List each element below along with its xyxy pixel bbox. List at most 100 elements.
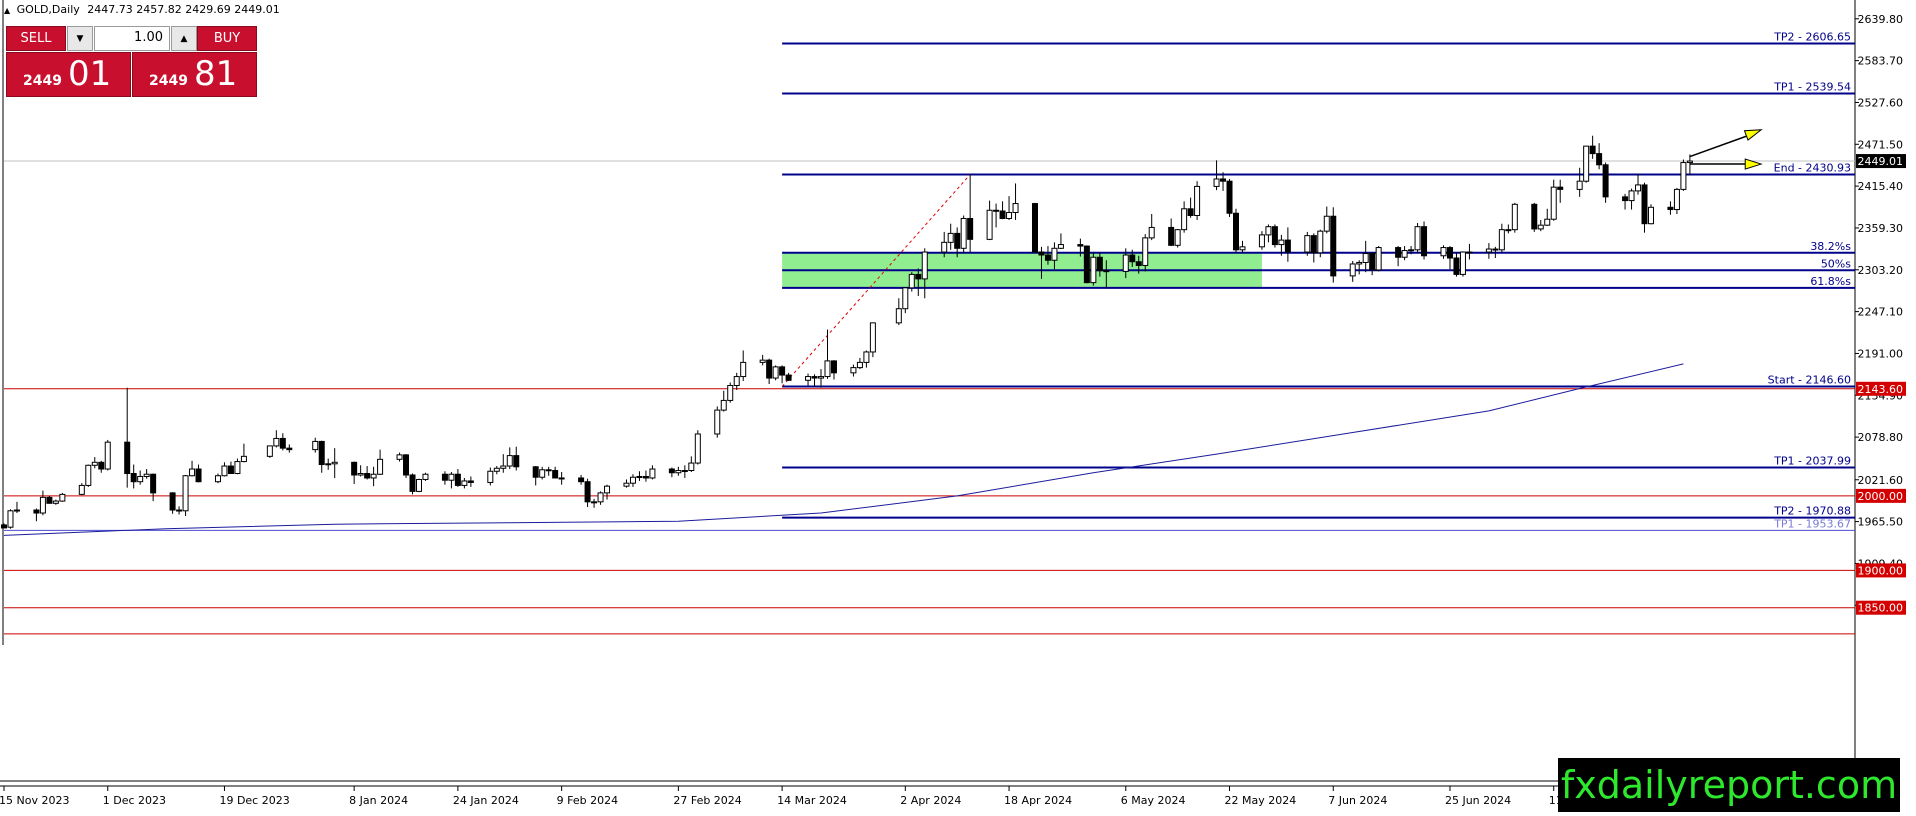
candle <box>1531 202 1538 232</box>
candle-body <box>357 472 364 476</box>
candle-body <box>221 465 228 477</box>
candle-body <box>39 496 46 514</box>
candle <box>1031 202 1038 253</box>
candle-body <box>1408 249 1415 252</box>
candle-body <box>33 509 40 514</box>
candle <box>169 492 176 514</box>
level-label: TP1 - 2539.54 <box>1773 81 1851 94</box>
y-tick-label: 2527.60 <box>1858 96 1904 109</box>
candle-body <box>1596 153 1603 166</box>
x-tick-label: 8 Jan 2024 <box>349 794 408 807</box>
candle-body <box>1349 263 1356 277</box>
candle-body <box>1258 234 1265 248</box>
candle <box>1304 231 1311 256</box>
candle-body <box>1233 212 1239 251</box>
buy-price-small: 2449 <box>149 73 188 89</box>
support-price-tag: 2000.00 <box>1858 490 1904 503</box>
candle <box>409 473 416 495</box>
candle-body <box>1226 180 1233 214</box>
candle-body <box>642 475 649 479</box>
candle-body <box>1583 145 1590 182</box>
candle <box>714 406 721 438</box>
candle <box>1414 222 1421 253</box>
sell-button[interactable]: SELL <box>6 26 66 51</box>
candle-body <box>1057 244 1064 249</box>
candle <box>772 365 779 381</box>
candle-body <box>1 524 7 529</box>
candle-body <box>124 441 131 474</box>
candle-body <box>1284 239 1291 253</box>
x-tick-label: 6 May 2024 <box>1121 794 1186 807</box>
candle <box>960 215 967 254</box>
lot-decrease-icon[interactable]: ▼ <box>67 26 93 51</box>
candle-body <box>240 455 247 463</box>
x-tick-label: 25 Jun 2024 <box>1445 794 1511 807</box>
candle-body <box>377 458 384 475</box>
candle-body <box>506 455 513 467</box>
candle-body <box>759 359 766 363</box>
buy-price-big: 81 <box>193 54 238 94</box>
chart-root: TP2 - 2606.65 TP1 - 2539.54 End - 2430.93 3… <box>0 0 1916 812</box>
candle-body <box>863 351 870 363</box>
candle <box>1174 228 1181 248</box>
candle-body <box>1310 235 1317 254</box>
candle-body <box>1031 203 1038 253</box>
level-label: TP2 - 2606.65 <box>1773 31 1851 44</box>
candle <box>1647 204 1654 225</box>
buy-price-button[interactable]: 2449 81 <box>132 52 257 97</box>
candle-body <box>46 496 53 504</box>
candle-body <box>1278 239 1285 246</box>
candle-body <box>1051 247 1058 261</box>
candle-body <box>331 461 338 465</box>
lot-increase-icon[interactable]: ▲ <box>171 26 197 51</box>
candle <box>78 483 85 496</box>
collapse-triangle-icon[interactable]: ▲ <box>4 6 10 15</box>
candle <box>869 322 876 358</box>
sell-price-big: 01 <box>67 54 112 94</box>
candle-body <box>422 473 429 480</box>
candle-body <box>1168 226 1175 246</box>
candle-body <box>675 470 682 474</box>
candle-body <box>824 360 831 378</box>
sell-price-button[interactable]: 2449 01 <box>6 52 131 97</box>
current-price-tag: 2449.01 <box>1858 155 1904 168</box>
x-tick-label: 2 Apr 2024 <box>900 794 961 807</box>
x-tick-label: 1 Dec 2023 <box>103 794 166 807</box>
candle-body <box>869 322 876 353</box>
candle-body <box>85 464 92 486</box>
candle-body <box>487 470 494 483</box>
candle-body <box>1044 254 1051 261</box>
candle-body <box>688 462 695 472</box>
candle-body <box>454 473 461 486</box>
candle-body <box>461 480 468 486</box>
candle-body <box>941 241 948 253</box>
buy-button[interactable]: BUY <box>197 26 257 51</box>
candle-body <box>720 399 727 411</box>
candle-body <box>1550 186 1557 220</box>
candle-body <box>1647 206 1654 225</box>
candle-body <box>1077 244 1084 247</box>
candle-body <box>772 366 779 379</box>
x-tick-label: 19 Dec 2023 <box>219 794 289 807</box>
candle-body <box>59 493 66 502</box>
lot-size-input[interactable]: 1.00 <box>94 26 170 51</box>
candle-body <box>714 409 721 435</box>
candle-body <box>552 470 559 479</box>
candle-body <box>52 500 59 504</box>
candle-body <box>636 475 643 478</box>
level-label: 50%s <box>1821 257 1851 270</box>
y-tick-label: 2021.60 <box>1858 474 1904 487</box>
candle-body <box>396 454 403 460</box>
y-tick-label: 2415.40 <box>1858 180 1904 193</box>
candle-body <box>1129 254 1136 263</box>
candle-body <box>733 376 740 387</box>
level-label: TP1 - 1953.67 <box>1773 517 1851 530</box>
candle-body <box>1414 226 1421 251</box>
x-tick-label: 14 Mar 2024 <box>777 794 847 807</box>
candle <box>694 430 701 465</box>
candle <box>1602 162 1609 203</box>
price-chart[interactable]: TP2 - 2606.65 TP1 - 2539.54 End - 2430.93 3… <box>0 0 1916 812</box>
candle-body <box>1220 178 1227 182</box>
candle-body <box>1673 188 1680 211</box>
candle-body <box>143 473 150 477</box>
